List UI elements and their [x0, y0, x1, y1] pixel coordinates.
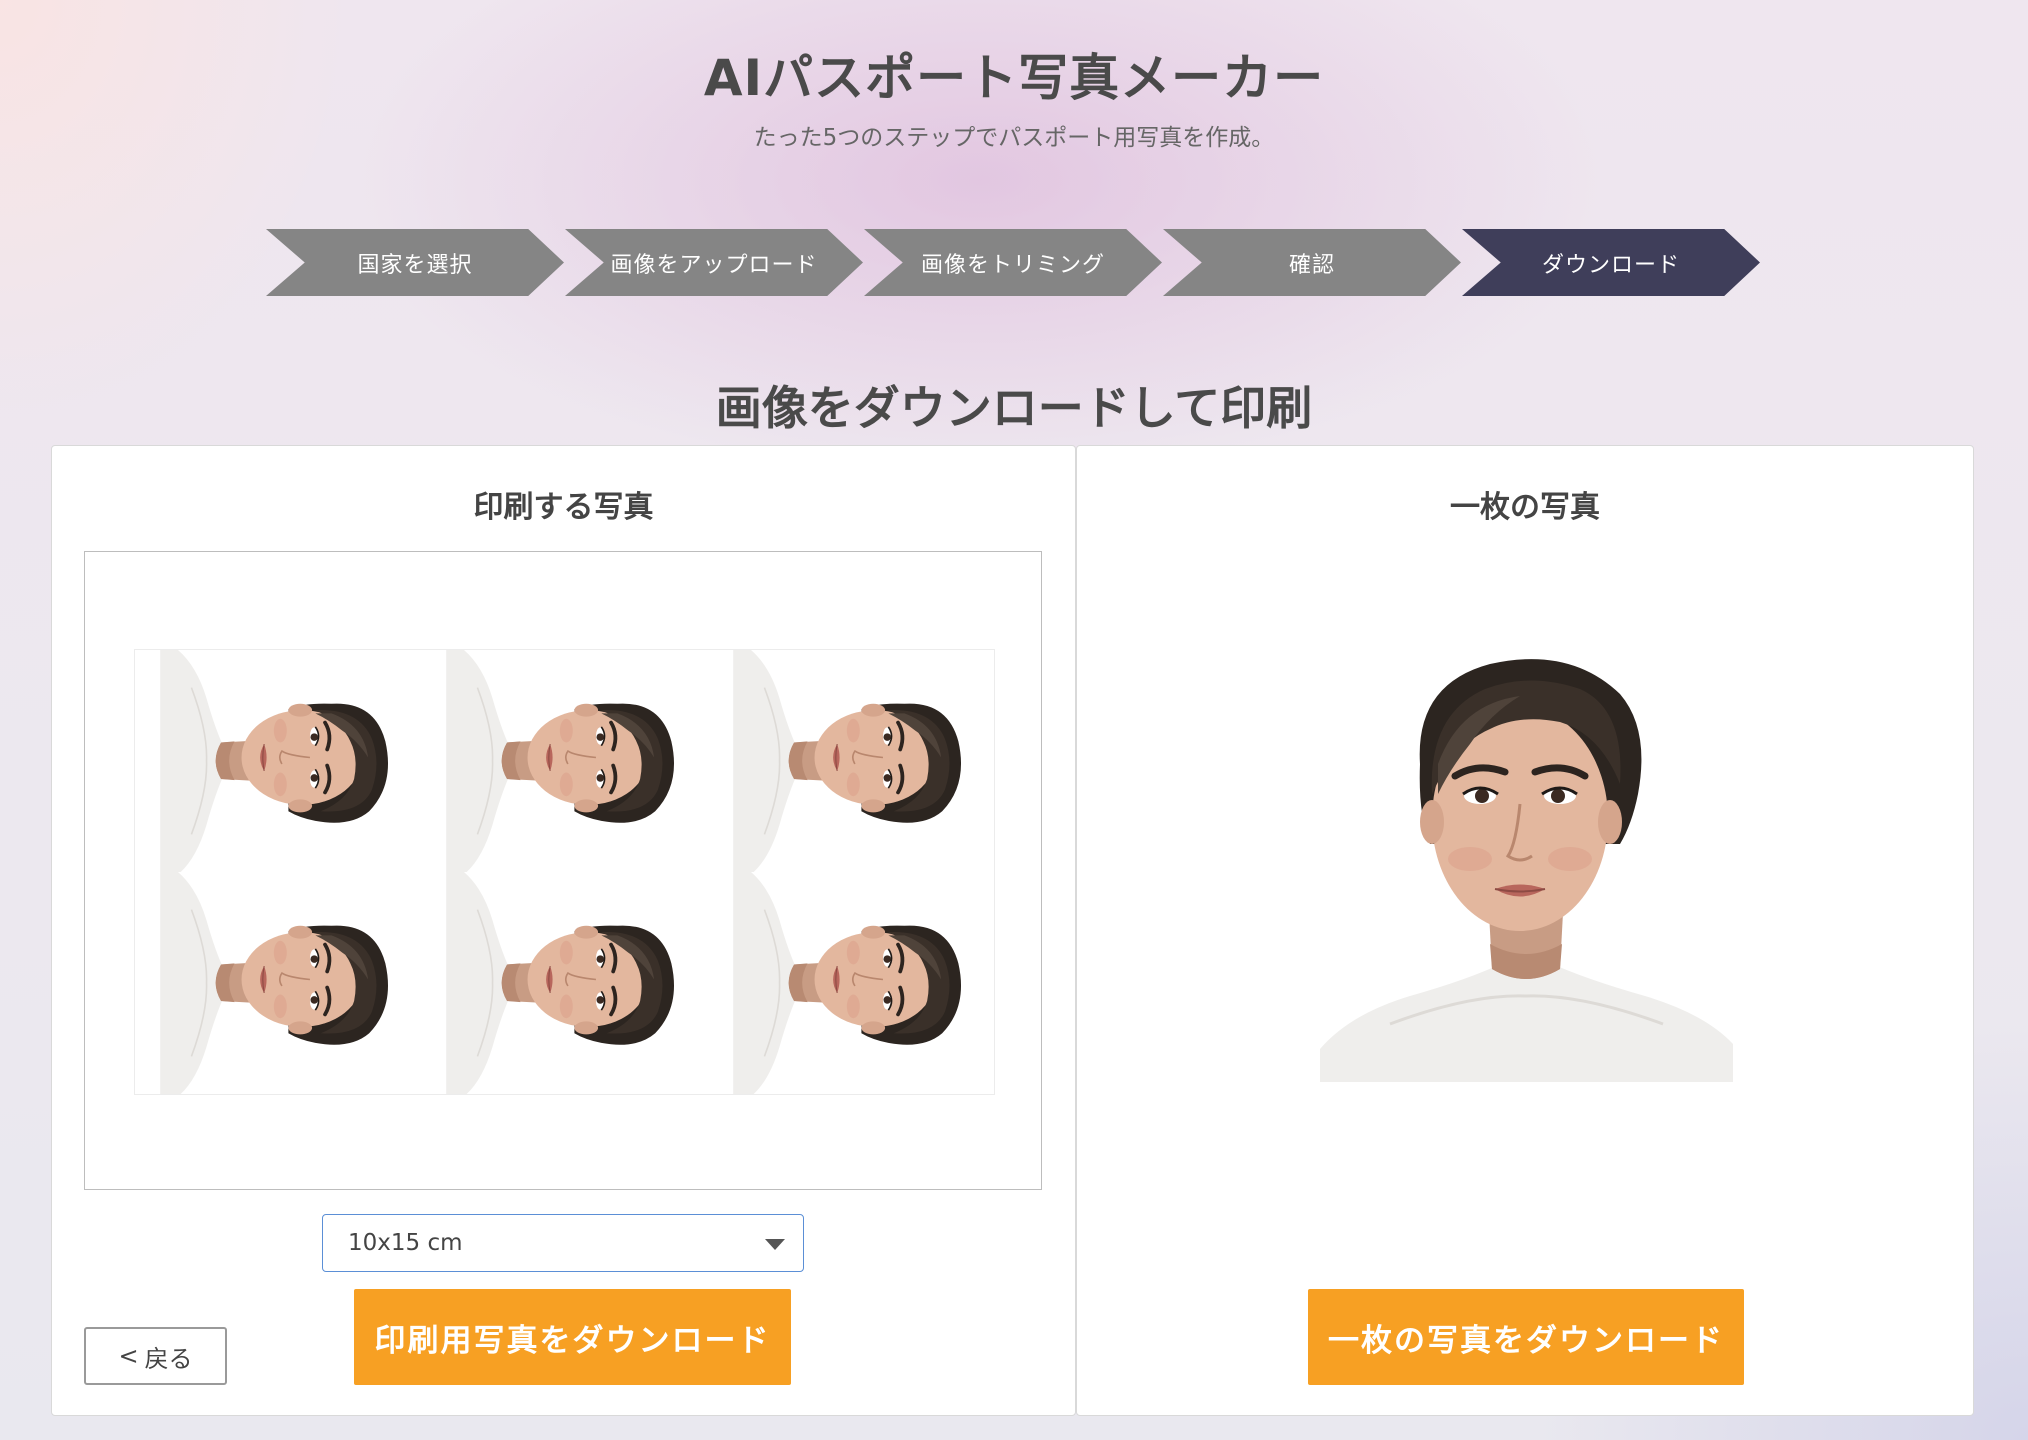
progress-steps: 国家を選択 画像をアップロード 画像をトリミング 確認 ダウンロード — [266, 229, 1762, 296]
print-sheet-photo — [135, 872, 422, 1094]
print-sheet-photo — [707, 872, 994, 1094]
back-button[interactable]: < 戻る — [84, 1327, 227, 1385]
chevron-left-icon: < — [118, 1342, 139, 1370]
print-preview-frame — [84, 551, 1042, 1190]
single-panel-title: 一枚の写真 — [1450, 490, 1600, 525]
step-confirm: 確認 — [1163, 229, 1461, 296]
section-title: 画像をダウンロードして印刷 — [715, 381, 1313, 435]
page-title: AIパスポート写真メーカー — [703, 49, 1325, 107]
print-sheet-photo — [421, 650, 708, 872]
back-button-label: 戻る — [144, 1344, 193, 1373]
print-sheet-photo — [707, 650, 994, 872]
download-print-photo-button[interactable]: 印刷用写真をダウンロード — [354, 1289, 791, 1385]
single-photo-panel: 一枚の写真 一枚の写真をダウンロード — [1076, 445, 1974, 1416]
chevron-down-icon — [765, 1239, 785, 1250]
print-size-value: 10x15 cm — [348, 1230, 463, 1256]
step-download: ダウンロード — [1462, 229, 1760, 296]
page-subtitle: たった5つのステップでパスポート用写真を作成。 — [753, 125, 1275, 151]
step-select-country: 国家を選択 — [266, 229, 564, 296]
print-sheet-photo — [421, 872, 708, 1094]
single-photo-image — [1320, 644, 1733, 1082]
download-single-photo-button[interactable]: 一枚の写真をダウンロード — [1308, 1289, 1744, 1385]
print-panel-title: 印刷する写真 — [473, 490, 654, 525]
step-crop-image: 画像をトリミング — [864, 229, 1162, 296]
step-upload-image: 画像をアップロード — [565, 229, 863, 296]
print-photo-panel: 印刷する写真 10x15 cm < 戻る 印刷用写真をダウンロード — [51, 445, 1076, 1416]
print-size-select[interactable]: 10x15 cm — [322, 1214, 804, 1272]
print-sheet — [134, 649, 995, 1095]
print-sheet-photo — [135, 650, 422, 872]
